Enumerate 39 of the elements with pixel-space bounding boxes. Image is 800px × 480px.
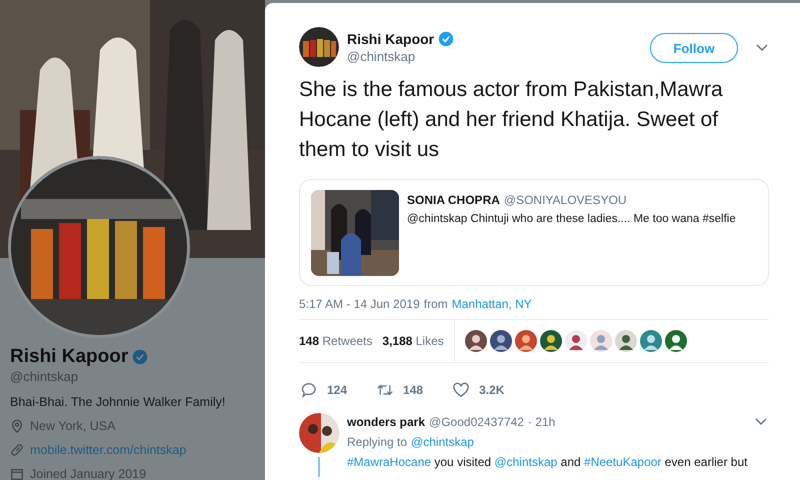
- quoted-author-handle: @SONIYALOVESYOU: [504, 193, 627, 207]
- replying-to-label: Replying to: [347, 435, 408, 449]
- reply-link[interactable]: @chintskap: [494, 455, 558, 469]
- likes-count[interactable]: 3,188 Likes: [382, 334, 444, 348]
- reply-author-handle: @Good02437742: [429, 415, 524, 429]
- reply-link[interactable]: #MawraHocane: [347, 455, 432, 469]
- chevron-down-icon[interactable]: [756, 44, 768, 52]
- tweet-text: She is the famous actor from Pakistan,Mawra Hocane (left) and her friend Khatija. Sweet of them to visit us: [299, 77, 724, 163]
- timestamp: 5:17 AM - 14 Jun 2019: [299, 297, 420, 311]
- chevron-down-icon[interactable]: [755, 418, 767, 426]
- location-link[interactable]: Manhattan, NY: [452, 297, 532, 311]
- reply-text: #MawraHocane you visited @chintskap and #NeetuKapoor even earlier but: [347, 455, 748, 469]
- reply-author-name: wonders park: [347, 415, 426, 429]
- reply-link[interactable]: #NeetuKapoor: [584, 455, 662, 469]
- quoted-tweet[interactable]: SONIA CHOPRA @SONIYALOVESYOU @chintskap Chintuji who are these ladies.... Me too wana #selfie: [299, 179, 769, 286]
- source-label: from: [424, 297, 448, 311]
- calendar-icon: [10, 467, 24, 480]
- quoted-author-name: SONIA CHOPRA: [407, 193, 500, 207]
- profile-handle: @chintskap: [10, 369, 80, 384]
- website-link[interactable]: mobile.twitter.com/chintskap: [30, 443, 186, 457]
- follow-button[interactable]: Follow: [650, 33, 738, 63]
- retweets-count[interactable]: 148 Retweets: [299, 334, 372, 348]
- link-icon: [10, 443, 24, 457]
- quoted-tweet-text: @chintskap Chintuji who are these ladies.... Me too wana #selfie: [407, 213, 736, 225]
- action-count: 148: [403, 383, 424, 397]
- thread-line: [318, 457, 320, 477]
- reply-time: · 21h: [528, 415, 556, 429]
- location-icon: [10, 419, 24, 433]
- profile-name: Rishi Kapoor: [10, 346, 128, 368]
- mention-link[interactable]: @chintskap: [411, 435, 474, 449]
- author-handle: @chintskap: [347, 49, 416, 64]
- profile-bio: Bhai-Bhai. The Johnnie Walker Family!: [10, 395, 226, 409]
- profile-location: New York, USA: [30, 419, 116, 433]
- author-name: Rishi Kapoor: [347, 31, 434, 47]
- action-count: 124: [327, 383, 348, 397]
- action-count: 3.2K: [479, 383, 504, 397]
- retweet-icon[interactable]: [377, 382, 394, 398]
- reply-icon[interactable]: [301, 382, 317, 398]
- heart-icon[interactable]: [453, 382, 470, 398]
